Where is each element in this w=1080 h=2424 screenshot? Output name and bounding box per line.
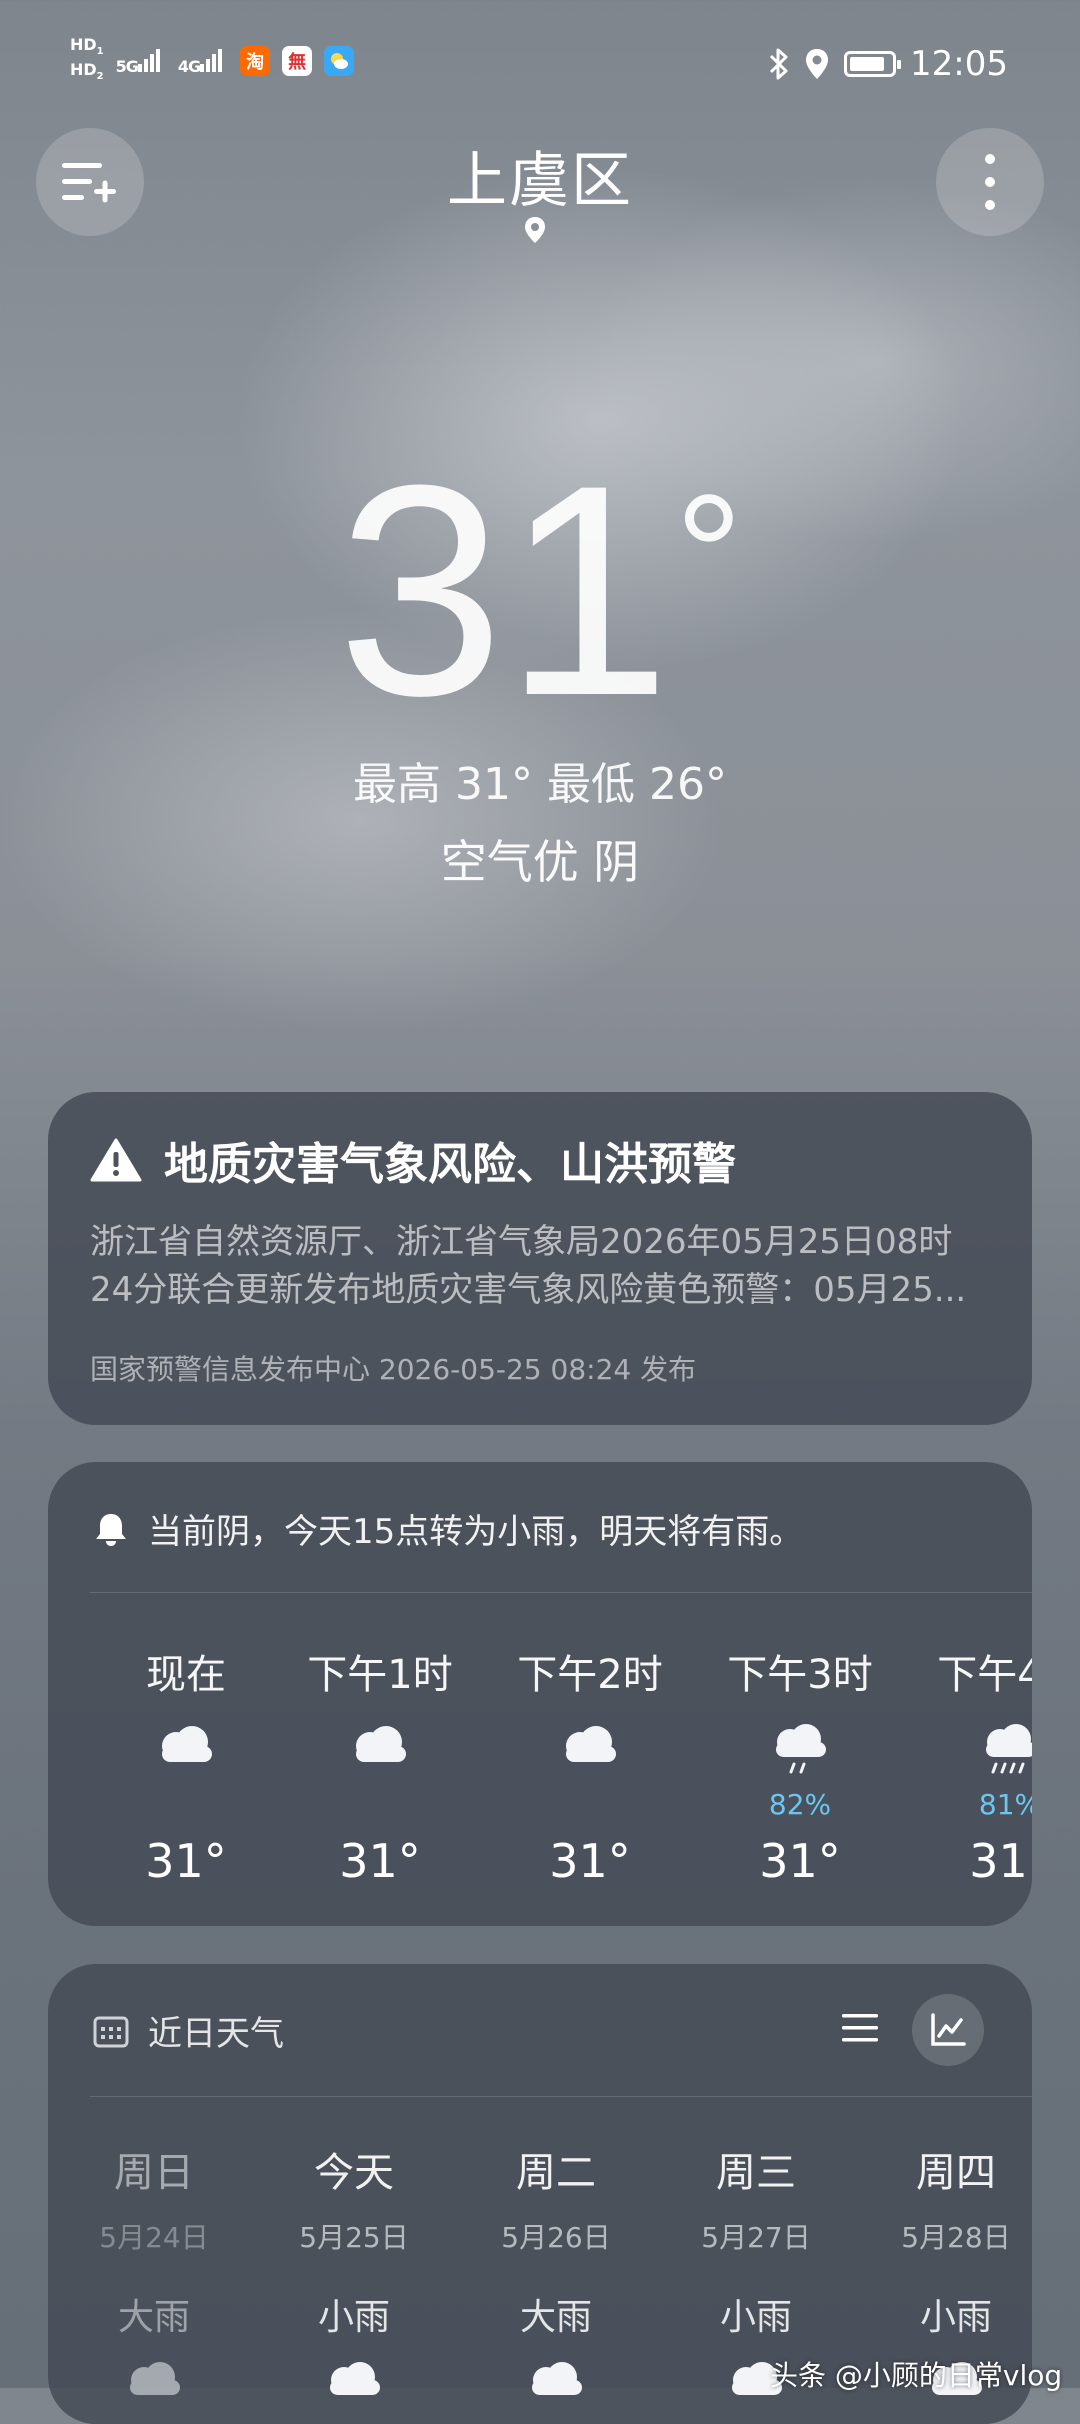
cloudy-icon [356,1726,406,1762]
divider [90,2096,1032,2097]
day-weather: 小雨 [719,2297,792,2338]
day-item[interactable]: 周日 5月24日 大雨 [64,2140,244,2420]
hour-temp: 31° [145,1834,227,1888]
sim-indicators: HD1 HD2 [70,36,104,86]
day-name: 周四 [916,2150,996,2196]
day-name: 今天 [314,2150,394,2196]
day-date: 5月25日 [299,2221,409,2254]
warning-footer: 国家预警信息发布中心 2026-05-25 08:24 发布 [90,1353,697,1386]
degree-symbol: ° [674,460,743,650]
day-date: 5月28日 [901,2221,1011,2254]
hour-temp: 31° [759,1834,841,1888]
warning-title: 地质灾害气象风险、山洪预警 [164,1139,736,1190]
battery-fill [850,57,885,71]
signal-4g: 4G [178,46,228,76]
divider [90,1592,1032,1593]
hour-label: 下午4时 [937,1652,1032,1698]
hd2-label: HD [70,60,97,80]
forecast-summary-text: 当前阴，今天15点转为小雨，明天将有雨。 [148,1512,804,1552]
hour-temp: 31° [339,1834,421,1888]
hour-label: 下午1时 [307,1652,453,1698]
day-item[interactable]: 今天 5月25日 小雨 [264,2140,444,2420]
city-name[interactable]: 上虞区 [0,132,1080,219]
location-pin-icon [525,217,545,243]
current-temp-value: 31 [337,422,671,758]
day-name: 周三 [716,2150,796,2196]
hour-temp: 31° [549,1834,631,1888]
hd1-sub: 1 [96,46,104,58]
daily-title: 近日天气 [148,2014,284,2054]
day-weather: 小雨 [317,2297,390,2338]
more-options-button[interactable] [936,128,1044,236]
hour-label: 下午3时 [727,1652,873,1698]
hour-item: 下午2时 31° [500,1642,680,1888]
precip-percent: 82% [768,1788,832,1821]
warning-title-row: 地质灾害气象风险、山洪预警 [90,1128,990,1192]
location-icon [806,49,829,79]
bell-icon [96,1513,126,1546]
status-left: HD1 HD2 5G 4G 淘 無 [70,36,355,86]
signal-bars-icon [200,49,223,73]
list-view-button[interactable] [840,2008,880,2052]
hour-item: 下午1时 31° [290,1642,470,1888]
net1-label: 5G [115,57,139,77]
cloudy-icon [566,1726,616,1762]
precip-percent [96,1788,276,1818]
taobao-app-icon: 淘 [240,46,271,77]
day-weather: 小雨 [919,2297,992,2338]
heavy-rain-icon [532,2362,582,2395]
high-low-temp: 最高 31° 最低 26° [353,759,727,810]
day-date: 5月26日 [501,2221,611,2254]
rain-icon [986,1724,1032,1774]
battery-icon [844,51,902,77]
status-right: 12:05 [768,44,1008,84]
light-rain-icon [776,1724,826,1774]
net2-label: 4G [177,57,201,77]
precip-percent [500,1788,680,1818]
signal-bars-icon [137,49,160,73]
day-weather: 大雨 [519,2297,592,2338]
warning-body: 浙江省自然资源厅、浙江省气象局2026年05月25日08时24分联合更新发布地质… [90,1222,967,1310]
light-rain-icon [330,2362,380,2395]
hour-label: 下午2时 [517,1652,663,1698]
day-name: 周日 [114,2150,194,2196]
hour-temp: 31° [969,1834,1032,1888]
line-chart-icon [931,2013,966,2046]
warning-icon [90,1138,142,1182]
hour-item: 下午3时 82% 31° [710,1642,890,1888]
signal-5g: 5G [116,46,166,76]
precip-percent [290,1788,470,1818]
warning-card[interactable]: 地质灾害气象风险、山洪预警 浙江省自然资源厅、浙江省气象局2026年05月25日… [48,1092,1032,1425]
chart-view-button[interactable] [912,1994,984,2066]
watermark: 头条 @小顾的日常vlog [770,2359,1063,2392]
weather-app-icon [324,46,355,77]
hd1-label: HD [70,35,97,54]
hd2-sub: 2 [96,71,104,83]
hourly-forecast-card[interactable]: 当前阴，今天15点转为小雨，明天将有雨。 现在 31° 下午1时 31° 下午2… [48,1462,1032,1926]
hour-label: 现在 [146,1652,226,1698]
day-name: 周二 [516,2150,596,2196]
current-temperature: 31° [0,440,1080,740]
list-icon [842,2014,878,2042]
bluetooth-icon [769,48,788,80]
day-date: 5月24日 [99,2221,209,2254]
hour-item: 下午4时 81% 31° [920,1642,1032,1888]
hourly-list[interactable]: 现在 31° 下午1时 31° 下午2时 31° 下午3时 82% 31° 下午… [48,1642,1032,1902]
heavy-rain-icon [130,2362,180,2395]
daily-header: 近日天气 [92,2006,284,2055]
clock: 12:05 [910,44,1008,84]
cloudy-icon [162,1726,212,1762]
calendar-icon [93,2016,129,2047]
hour-item: 现在 31° [96,1642,276,1888]
forecast-summary: 当前阴，今天15点转为小雨，明天将有雨。 [92,1504,803,1553]
day-date: 5月27日 [701,2221,811,2254]
day-item[interactable]: 周二 5月26日 大雨 [466,2140,646,2420]
air-quality-weather: 空气优 阴 [440,835,640,889]
day-weather: 大雨 [117,2297,190,2338]
status-bar: HD1 HD2 5G 4G 淘 無 12:05 [0,0,1080,130]
precip-percent: 81% [978,1788,1032,1821]
more-vertical-icon [985,154,995,210]
notification-app-icon: 無 [282,46,313,77]
